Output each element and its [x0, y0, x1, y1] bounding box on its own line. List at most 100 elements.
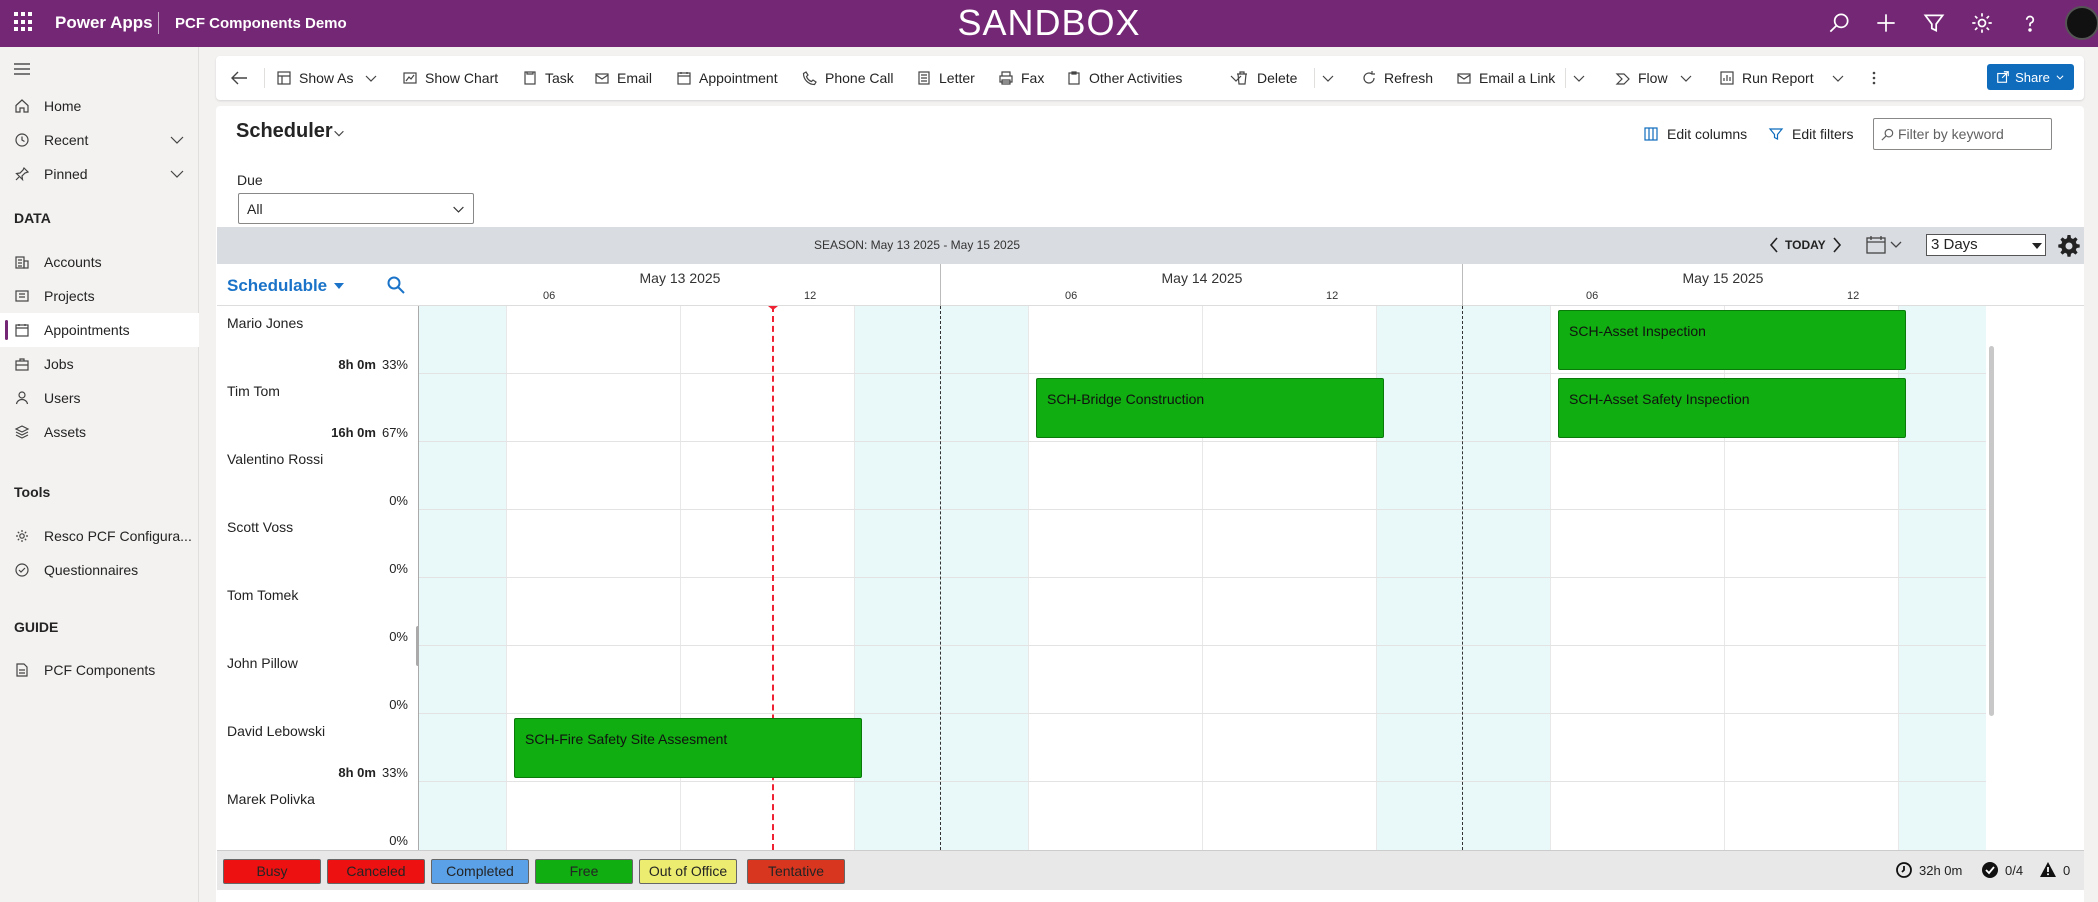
delete-button[interactable]: Delete: [1234, 56, 1297, 100]
scheduler-settings-gear-icon[interactable]: [2057, 234, 2081, 258]
share-button[interactable]: Share: [1987, 64, 2074, 90]
fax-button[interactable]: Fax: [998, 56, 1044, 100]
nav-item-jobs[interactable]: Jobs: [0, 347, 199, 381]
phone-call-button[interactable]: Phone Call: [802, 56, 894, 100]
flow-button[interactable]: Flow: [1615, 56, 1668, 100]
chevron-down-icon[interactable]: [169, 166, 185, 182]
chevron-down-icon[interactable]: [169, 132, 185, 148]
nav-label-projects: Projects: [44, 288, 95, 304]
resource-name: Tim Tom: [227, 383, 280, 399]
day-label: May 15 2025: [1682, 270, 1764, 286]
back-arrow-icon[interactable]: [230, 70, 248, 86]
range-select[interactable]: 3 Days: [1926, 234, 2046, 256]
nav-item-recent[interactable]: Recent: [0, 123, 199, 157]
home-icon: [15, 99, 29, 113]
resource-row[interactable]: Tim Tom 16h 0m 67%: [217, 374, 418, 442]
resource-row[interactable]: Tom Tomek 0%: [217, 578, 418, 646]
filter-by-keyword-input[interactable]: Filter by keyword: [1873, 118, 2052, 150]
letter-button[interactable]: Letter: [916, 56, 975, 100]
scrollbar-thumb[interactable]: [1989, 346, 1994, 716]
search-icon[interactable]: [1826, 10, 1852, 36]
resource-row[interactable]: Valentino Rossi 0%: [217, 442, 418, 510]
edit-columns-label: Edit columns: [1667, 126, 1748, 142]
next-arrow-icon[interactable]: [1830, 235, 1844, 255]
appointment-event[interactable]: SCH-Fire Safety Site Assesment: [514, 718, 862, 778]
nav-item-home[interactable]: Home: [0, 89, 199, 123]
nav-item-appointments[interactable]: Appointments: [0, 313, 199, 347]
nav-label-accounts: Accounts: [44, 254, 102, 270]
date-navigation: TODAY: [1767, 235, 1844, 255]
email-button[interactable]: Email: [594, 56, 652, 100]
user-avatar[interactable]: [2065, 6, 2098, 40]
date-picker-icon[interactable]: [1865, 234, 1907, 256]
resource-row[interactable]: John Pillow 0%: [217, 646, 418, 714]
nav-item-pinned[interactable]: Pinned: [0, 157, 199, 191]
hour-label: 06: [1586, 290, 1599, 302]
nav-item-assets[interactable]: Assets: [0, 415, 199, 449]
resource-row[interactable]: Scott Voss 0%: [217, 510, 418, 578]
more-commands-icon[interactable]: [1871, 70, 1877, 86]
nav-item-users[interactable]: Users: [0, 381, 199, 415]
command-divider: [1565, 68, 1566, 88]
other-activities-button[interactable]: Other Activities: [1066, 56, 1182, 100]
settings-gear-icon[interactable]: [1969, 10, 1995, 36]
view-selector-chevron-icon[interactable]: [332, 126, 346, 140]
view-title[interactable]: Scheduler: [236, 120, 333, 143]
refresh-button[interactable]: Refresh: [1361, 56, 1433, 100]
nav-item-accounts[interactable]: Accounts: [0, 245, 199, 279]
chevron-down-icon[interactable]: [363, 70, 379, 86]
chevron-down-icon[interactable]: [1320, 70, 1336, 86]
resource-row[interactable]: David Lebowski 8h 0m 33%: [217, 714, 418, 782]
hour-label: 12: [804, 290, 817, 302]
nav-item-resco-pcf-configurator[interactable]: Resco PCF Configura...: [0, 519, 199, 553]
fax-printer-icon: [999, 71, 1013, 85]
day-divider: [1462, 264, 1463, 306]
legend-label: Out of Office: [648, 863, 728, 879]
resource-group-label[interactable]: Schedulable: [227, 276, 327, 296]
due-select[interactable]: All: [238, 193, 474, 224]
email-link-button[interactable]: Email a Link: [1456, 56, 1555, 100]
resource-name: Tom Tomek: [227, 587, 299, 603]
run-report-label: Run Report: [1742, 70, 1814, 86]
timeline-scrollbar[interactable]: [1986, 306, 1996, 850]
filter-icon[interactable]: [1921, 10, 1947, 36]
help-icon[interactable]: [2017, 10, 2043, 36]
nav-item-projects[interactable]: Projects: [0, 279, 199, 313]
appointment-event[interactable]: SCH-Asset Inspection: [1558, 310, 1906, 370]
chevron-down-icon[interactable]: [1571, 70, 1587, 86]
report-icon: [1720, 71, 1734, 85]
previous-arrow-icon[interactable]: [1767, 235, 1781, 255]
new-item-icon[interactable]: [1873, 10, 1899, 36]
refresh-icon: [1363, 71, 1375, 84]
resource-row[interactable]: Marek Polivka 0%: [217, 782, 418, 850]
delete-label: Delete: [1257, 70, 1298, 86]
search-icon[interactable]: [386, 275, 406, 295]
appointment-button[interactable]: Appointment: [676, 56, 778, 100]
show-as-button[interactable]: Show As: [276, 56, 353, 100]
email-label: Email: [617, 70, 653, 86]
resource-utilization: 0%: [383, 629, 408, 644]
nav-item-pcf-components[interactable]: PCF Components: [0, 653, 199, 687]
caret-down-icon[interactable]: [333, 281, 345, 291]
resource-utilization: 0%: [383, 561, 408, 576]
hamburger-menu-icon[interactable]: [13, 61, 31, 77]
run-report-button[interactable]: Run Report: [1719, 56, 1814, 100]
edit-columns-button[interactable]: Edit columns: [1643, 126, 1747, 142]
chevron-down-icon[interactable]: [1678, 70, 1694, 86]
chevron-down-icon[interactable]: [1830, 70, 1846, 86]
edit-filters-button[interactable]: Edit filters: [1768, 126, 1853, 142]
legend-busy: Busy: [223, 859, 321, 884]
nav-group-data: DATA: [14, 210, 51, 226]
task-button[interactable]: Task: [522, 56, 574, 100]
appointment-event[interactable]: SCH-Bridge Construction: [1036, 378, 1384, 438]
nav-item-questionnaires[interactable]: Questionnaires: [0, 553, 199, 587]
today-button[interactable]: TODAY: [1785, 238, 1826, 252]
schedule-grid[interactable]: SCH-Asset Inspection SCH-Bridge Construc…: [419, 306, 1986, 850]
due-label: Due: [237, 172, 263, 188]
row-divider: [419, 373, 1986, 374]
resource-row[interactable]: Mario Jones 8h 0m 33%: [217, 306, 418, 374]
briefcase-icon: [15, 358, 29, 371]
legend-label: Busy: [256, 863, 288, 879]
show-chart-button[interactable]: Show Chart: [402, 56, 498, 100]
appointment-event[interactable]: SCH-Asset Safety Inspection: [1558, 378, 1906, 438]
